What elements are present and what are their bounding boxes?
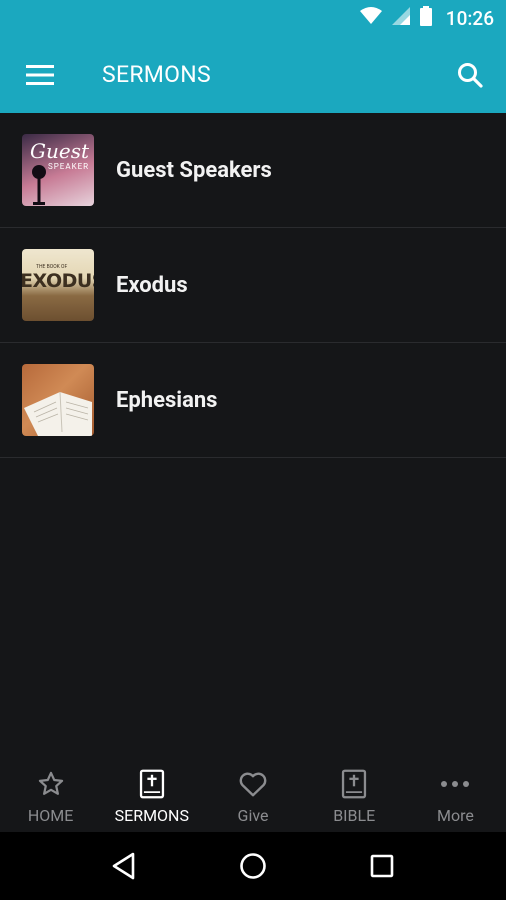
exodus-thumbnail: THE BOOK OF EXODUS [22, 249, 94, 321]
back-button[interactable] [94, 836, 154, 896]
search-icon [458, 62, 483, 88]
bible-icon [136, 768, 168, 800]
tab-home[interactable]: HOME [0, 760, 101, 832]
system-navigation-bar [0, 832, 506, 900]
recents-button[interactable] [352, 836, 412, 896]
battery-icon [419, 6, 432, 30]
tab-give[interactable]: Give [202, 760, 303, 832]
search-button[interactable] [434, 36, 506, 113]
list-item-label: Guest Speakers [116, 157, 272, 183]
cell-signal-icon [391, 7, 410, 29]
tab-sermons[interactable]: SERMONS [101, 760, 202, 832]
list-item-label: Ephesians [116, 387, 218, 413]
tab-label: BIBLE [333, 806, 376, 825]
ephesians-thumbnail [22, 364, 94, 436]
bottom-navigation: HOME SERMONS Give BIBLE More [0, 760, 506, 832]
tab-label: SERMONS [114, 806, 189, 825]
page-title: SERMONS [102, 61, 211, 88]
tab-bible[interactable]: BIBLE [304, 760, 405, 832]
status-time: 10:26 [445, 6, 494, 30]
home-button[interactable] [223, 836, 283, 896]
thumbnail-text: EXODUS [22, 270, 94, 292]
back-triangle-icon [113, 852, 135, 880]
list-item-guest-speakers[interactable]: Guest SPEAKER Guest Speakers [0, 113, 506, 228]
hamburger-menu-icon [26, 64, 54, 85]
tab-label: Give [237, 806, 269, 825]
list-item-label: Exodus [116, 272, 188, 298]
recents-square-icon [370, 854, 393, 878]
list-item-ephesians[interactable]: Ephesians [0, 343, 506, 458]
tab-label: More [436, 806, 474, 825]
star-icon [35, 768, 67, 800]
guest-speakers-thumbnail: Guest SPEAKER [22, 134, 94, 206]
home-circle-icon [240, 853, 266, 879]
tab-label: HOME [27, 806, 74, 825]
status-bar: 10:26 [0, 0, 506, 36]
more-icon [439, 768, 471, 800]
sermon-series-list: Guest SPEAKER Guest Speakers THE BOOK OF… [0, 113, 506, 458]
tab-more[interactable]: More [405, 760, 506, 832]
bible-icon [338, 768, 370, 800]
menu-button[interactable] [0, 36, 80, 113]
thumbnail-text: SPEAKER [48, 162, 90, 171]
heart-icon [237, 768, 269, 800]
wifi-icon [359, 7, 382, 29]
list-item-exodus[interactable]: THE BOOK OF EXODUS Exodus [0, 228, 506, 343]
app-bar: SERMONS [0, 36, 506, 113]
thumbnail-text: Guest [30, 139, 89, 163]
